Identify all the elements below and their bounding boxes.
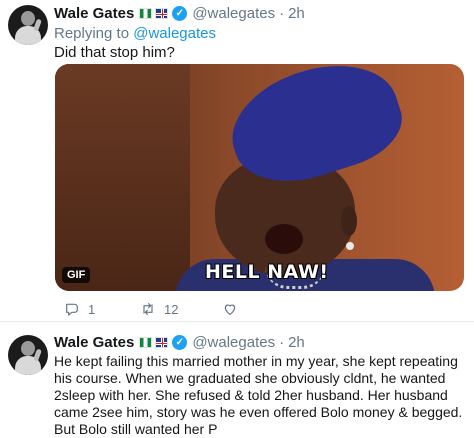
display-name[interactable]: Wale Gates (54, 334, 134, 351)
user-handle[interactable]: @walegates (192, 334, 275, 351)
tweet-header: Wale Gates ✓ @walegates · 2h (54, 5, 305, 22)
tweet-text: Did that stop him? (54, 44, 175, 61)
retweet-icon (143, 303, 153, 315)
retweet-count: 12 (164, 301, 179, 317)
like-button[interactable] (222, 301, 246, 317)
user-handle[interactable]: @walegates (192, 5, 275, 22)
tweet-text: He kept failing this married mother in m… (54, 353, 463, 437)
replying-to-handle[interactable]: @walegates (133, 25, 216, 42)
gif-caption: HELL NAW! (205, 261, 329, 283)
gif-media[interactable]: HELL NAW! GIF (55, 64, 464, 291)
replying-to-line: Replying to @walegates (54, 25, 216, 42)
verified-badge-icon: ✓ (172, 335, 188, 350)
tweet-actions: 1 12 (64, 301, 246, 317)
separator-dot: · (279, 334, 285, 351)
nigeria-flag-icon (139, 337, 153, 348)
display-name[interactable]: Wale Gates (54, 5, 134, 22)
reply-icon (66, 303, 78, 316)
timestamp[interactable]: 2h (288, 5, 305, 22)
tweet-header: Wale Gates ✓ @walegates · 2h (54, 334, 305, 351)
replying-prefix: Replying to (54, 25, 134, 42)
gif-badge: GIF (62, 267, 91, 283)
retweet-button[interactable]: 12 (140, 301, 222, 317)
verified-badge-icon: ✓ (172, 6, 188, 21)
avatar[interactable] (8, 335, 48, 375)
tweet[interactable]: Wale Gates ✓ @walegates · 2h He kept fai… (0, 322, 474, 437)
avatar[interactable] (8, 5, 48, 45)
reply-button[interactable]: 1 (64, 301, 140, 317)
timestamp[interactable]: 2h (288, 334, 305, 351)
uk-flag-icon (155, 8, 169, 19)
tweet-reply[interactable]: Wale Gates ✓ @walegates · 2h Replying to… (0, 0, 474, 322)
nigeria-flag-icon (139, 8, 153, 19)
heart-icon (224, 304, 236, 315)
reply-count: 1 (88, 301, 96, 317)
uk-flag-icon (155, 337, 169, 348)
separator-dot: · (279, 5, 285, 22)
